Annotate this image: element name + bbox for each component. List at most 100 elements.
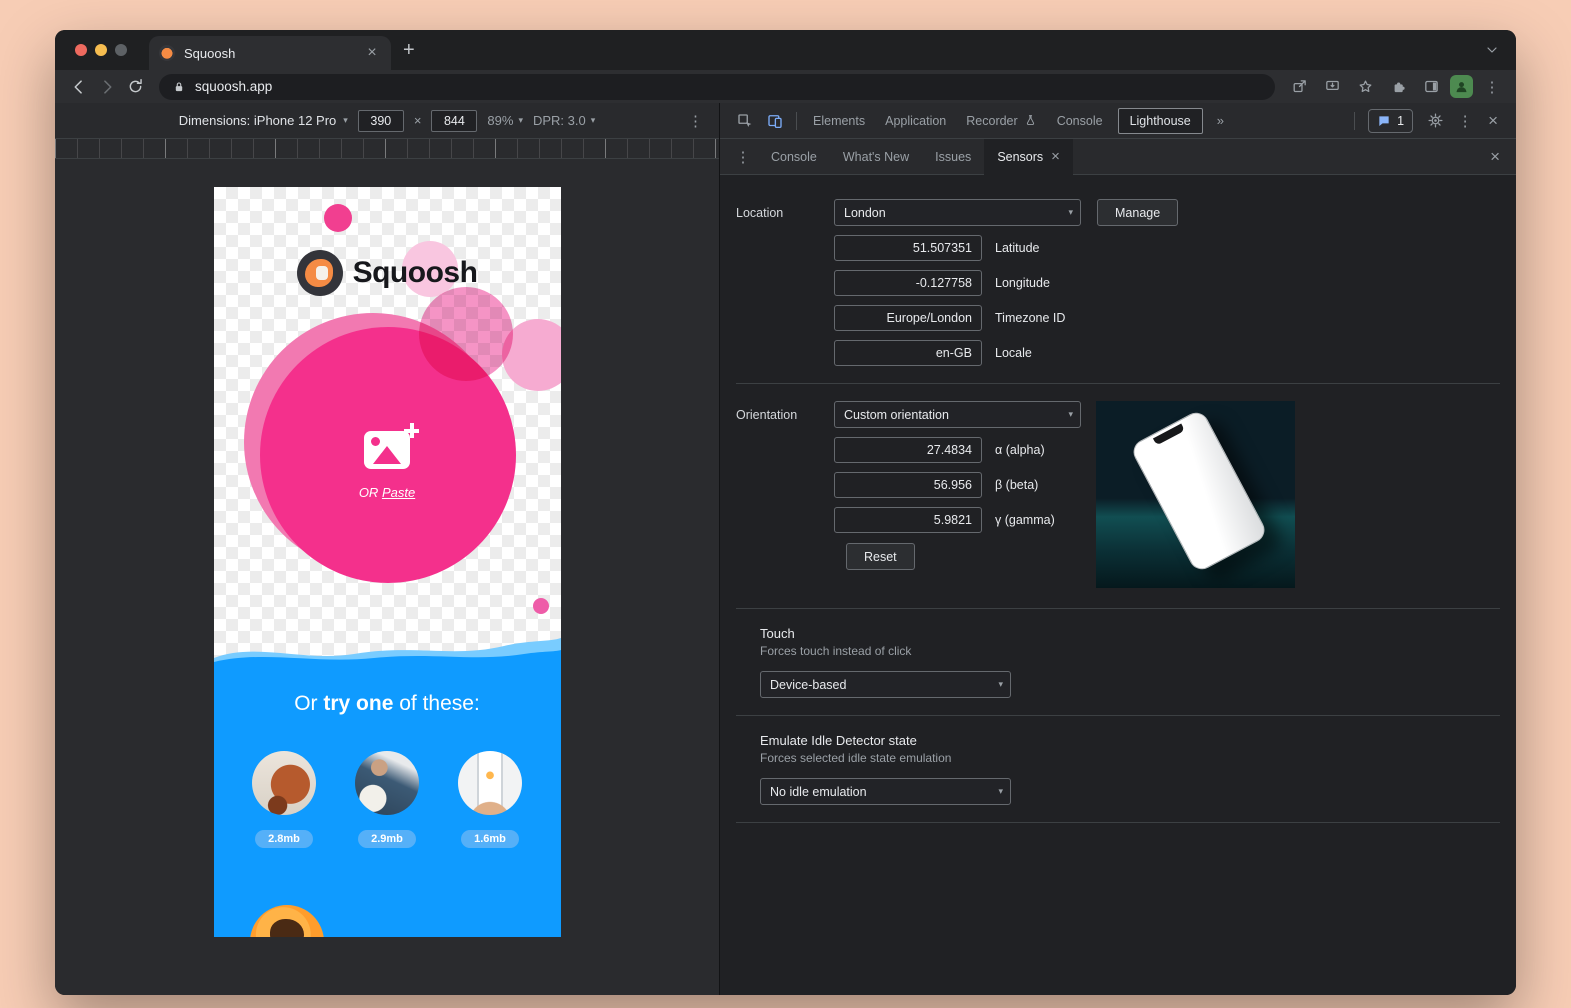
kebab-icon: ⋮: [1458, 112, 1473, 130]
inspect-element-button[interactable]: [730, 108, 760, 134]
tab-recorder[interactable]: Recorder: [956, 103, 1046, 139]
chevron-down-icon: ▾: [984, 679, 1003, 690]
close-devtools-button[interactable]: ×: [1480, 111, 1506, 131]
tab-close-icon[interactable]: ×: [363, 44, 381, 62]
idle-select[interactable]: No idle emulation ▾: [760, 778, 1011, 805]
extensions-button[interactable]: [1384, 73, 1412, 101]
orientation-section: Orientation Custom orientation ▾ α (alph…: [736, 401, 1500, 591]
squoosh-logo-text: Squoosh: [353, 256, 478, 290]
drawer-menu-button[interactable]: ⋮: [728, 144, 758, 170]
zoom-select[interactable]: 89% ▾: [487, 113, 523, 128]
decorative-blob: [324, 204, 352, 232]
ruler: [55, 139, 719, 159]
side-panel-icon: [1423, 78, 1440, 95]
drawer-tab-issues[interactable]: Issues: [922, 139, 984, 175]
address-bar[interactable]: squoosh.app: [159, 74, 1275, 100]
try-pre: Or: [294, 692, 323, 715]
touch-select[interactable]: Device-based ▾: [760, 671, 1011, 698]
chevron-down-icon: ▾: [518, 115, 523, 126]
back-arrow-icon: [69, 77, 89, 97]
beta-input[interactable]: [834, 472, 982, 498]
drawer-tab-console[interactable]: Console: [758, 139, 830, 175]
tab-search-button[interactable]: [1484, 42, 1500, 58]
experiment-flask-icon: [1024, 114, 1037, 127]
touch-value: Device-based: [770, 678, 846, 692]
viewport-width-input[interactable]: [358, 110, 404, 132]
issues-count: 1: [1397, 114, 1404, 128]
timezone-input[interactable]: [834, 305, 982, 331]
sample-image-phone[interactable]: [458, 751, 522, 815]
reset-button[interactable]: Reset: [846, 543, 915, 570]
sensors-panel: Location London ▾ Manage Latitude Longit…: [720, 175, 1516, 995]
gamma-input[interactable]: [834, 507, 982, 533]
orientation-select[interactable]: Custom orientation ▾: [834, 401, 1081, 428]
devtools-settings-button[interactable]: [1420, 108, 1450, 134]
manage-button[interactable]: Manage: [1097, 199, 1178, 226]
chevron-down-icon: ▾: [984, 786, 1003, 797]
install-icon: [1324, 78, 1341, 95]
toggle-device-toolbar-button[interactable]: [760, 108, 790, 134]
browser-tab[interactable]: Squoosh ×: [149, 36, 391, 70]
issues-counter[interactable]: 1: [1368, 109, 1413, 133]
puzzle-icon: [1390, 78, 1407, 95]
sample-item: 1.6mb: [458, 751, 522, 848]
squoosh-logo-icon: [297, 250, 343, 296]
tab-label: Elements: [813, 114, 865, 128]
close-sensors-tab-icon[interactable]: ×: [1051, 148, 1060, 165]
longitude-input[interactable]: [834, 270, 982, 296]
reload-button[interactable]: [121, 73, 149, 101]
side-panel-button[interactable]: [1417, 73, 1445, 101]
dpr-select[interactable]: DPR: 3.0 ▾: [533, 113, 595, 128]
sample-item: 2.8mb: [252, 751, 316, 848]
locale-input[interactable]: [834, 340, 982, 366]
decorative-blob: [533, 598, 549, 614]
tab-console[interactable]: Console: [1047, 103, 1113, 139]
plus-icon: [404, 423, 419, 438]
squoosh-logo: Squoosh: [214, 247, 561, 299]
feedback-bubble-icon: [1377, 114, 1391, 128]
try-one-title: Or try one of these:: [214, 692, 561, 716]
forward-button[interactable]: [93, 73, 121, 101]
dimensions-select[interactable]: Dimensions: iPhone 12 Pro ▾: [179, 113, 348, 128]
or-label: OR: [359, 485, 382, 500]
viewport-height-input[interactable]: [431, 110, 477, 132]
try-post: of these:: [393, 692, 479, 715]
bookmark-button[interactable]: [1351, 73, 1379, 101]
install-button[interactable]: [1318, 73, 1346, 101]
minimize-window-button[interactable]: [95, 44, 107, 56]
back-button[interactable]: [65, 73, 93, 101]
size-badge: 2.9mb: [358, 830, 416, 848]
orientation-preview[interactable]: [1096, 401, 1295, 588]
new-tab-button[interactable]: +: [391, 39, 427, 62]
tab-elements[interactable]: Elements: [803, 103, 875, 139]
idle-value: No idle emulation: [770, 785, 867, 799]
open-in-new-button[interactable]: [1285, 73, 1313, 101]
drawer-tab-whats-new[interactable]: What's New: [830, 139, 922, 175]
tab-label: Recorder: [966, 114, 1017, 128]
tab-lighthouse[interactable]: Lighthouse: [1118, 108, 1203, 134]
dimensions-label: Dimensions: iPhone 12 Pro: [179, 113, 337, 128]
sample-image-red-panda[interactable]: [252, 751, 316, 815]
drawer-tab-sensors[interactable]: Sensors ×: [984, 139, 1073, 175]
chevron-down-icon: ▾: [343, 115, 348, 126]
profile-avatar[interactable]: [1450, 75, 1473, 98]
more-tabs-button[interactable]: »: [1208, 113, 1233, 128]
paste-link[interactable]: Paste: [382, 485, 415, 500]
tab-application[interactable]: Application: [875, 103, 956, 139]
sample-image-squoosh-hand[interactable]: [250, 905, 324, 937]
location-select[interactable]: London ▾: [834, 199, 1081, 226]
tab-label: Lighthouse: [1130, 114, 1191, 128]
kebab-icon: ⋮: [1485, 78, 1500, 96]
device-toolbar-menu-button[interactable]: ⋮: [688, 112, 703, 130]
zoom-window-button[interactable]: [115, 44, 127, 56]
chevron-down-icon: ▾: [1054, 409, 1073, 420]
longitude-label: Longitude: [995, 276, 1050, 290]
sample-image-person-dog[interactable]: [355, 751, 419, 815]
devtools-menu-button[interactable]: ⋮: [1450, 108, 1480, 134]
close-window-button[interactable]: [75, 44, 87, 56]
close-drawer-button[interactable]: ×: [1482, 147, 1508, 167]
alpha-input[interactable]: [834, 437, 982, 463]
latitude-input[interactable]: [834, 235, 982, 261]
device-emulation-pane: Dimensions: iPhone 12 Pro ▾ × 89% ▾ DPR:…: [55, 103, 719, 995]
browser-menu-button[interactable]: ⋮: [1478, 73, 1506, 101]
